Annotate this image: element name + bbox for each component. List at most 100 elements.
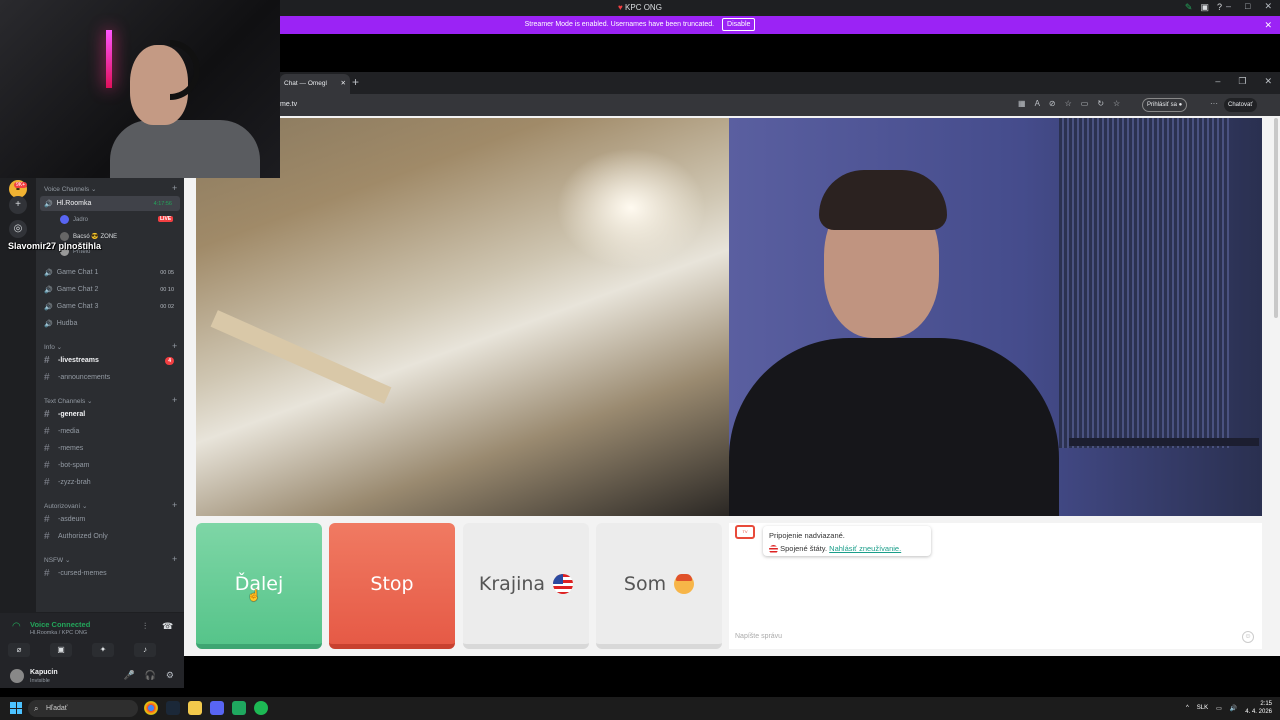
voice-user[interactable]: Bacsó 😎 ZONE — [60, 232, 117, 241]
headphones-icon[interactable]: 🎧 — [145, 670, 156, 681]
emoji-icon[interactable]: ☺ — [1242, 631, 1254, 643]
voice-user[interactable]: Jadro — [60, 215, 88, 224]
network-icon[interactable]: ▭ — [1216, 705, 1222, 712]
add-channel-icon[interactable]: + — [172, 395, 177, 405]
category-nsfw[interactable]: NSFW ⌄ + — [44, 554, 177, 564]
add-server-icon[interactable]: + — [9, 196, 27, 214]
noise-suppression-icon[interactable]: ⫶ — [144, 621, 146, 632]
block-icon[interactable]: ⊘ — [1049, 99, 1056, 108]
page-scrollbar[interactable] — [1274, 118, 1278, 318]
next-button[interactable]: Ďalej — [196, 523, 322, 649]
user-name: Jadro — [73, 216, 89, 223]
report-abuse-link[interactable]: Nahlásiť zneužívanie. — [829, 544, 901, 553]
channel-bot-spam[interactable]: # -bot-spam — [40, 458, 180, 473]
browser-maximize-icon[interactable]: ❐ — [1238, 76, 1246, 87]
spotify-icon[interactable] — [254, 701, 268, 715]
favorites-icon[interactable]: ☆ — [1113, 99, 1120, 108]
speaker-icon: 🔊 — [44, 286, 53, 294]
banner-close-icon[interactable]: ✕ — [1264, 16, 1272, 34]
voice-status-subtitle[interactable]: Hl.Roomka / KPC ONG — [30, 630, 87, 636]
browser-window-controls: – ❐ ✕ — [1215, 76, 1272, 87]
channel-general[interactable]: # -general — [40, 407, 180, 422]
camera-off-icon[interactable]: ⌀ — [8, 643, 30, 657]
channel-zyzz-brah[interactable]: # -zyzz-brah — [40, 475, 180, 490]
message-input[interactable]: Napíšte správu — [735, 633, 782, 640]
clock-date: 4. 4. 2026 — [1245, 709, 1272, 715]
browser-minimize-icon[interactable]: – — [1215, 76, 1220, 87]
browser-tab[interactable]: Chat — Omegl ✕ — [280, 74, 350, 94]
streamer-disable-button[interactable]: Disable — [722, 18, 756, 31]
voice-channel-hudba[interactable]: 🔊 Hudba — [40, 316, 180, 331]
shelf — [210, 310, 392, 404]
channel-name: -media — [58, 428, 80, 435]
inbox-icon[interactable]: ▣ — [1200, 2, 1209, 13]
avatar[interactable] — [10, 669, 24, 683]
minimize-icon[interactable]: – — [1226, 1, 1231, 12]
tab-close-icon[interactable]: ✕ — [341, 74, 346, 94]
discord-icon[interactable] — [210, 701, 224, 715]
gender-button[interactable]: Som — [596, 523, 722, 649]
apps-icon[interactable]: ▦ — [1018, 99, 1026, 108]
channel-authorized-only[interactable]: # Authorized Only — [40, 529, 180, 544]
app-icon[interactable] — [232, 701, 246, 715]
voice-channel-game-chat-2[interactable]: 🔊 Game Chat 2 00 10 — [40, 282, 180, 297]
favorite-icon[interactable]: ☆ — [1065, 99, 1072, 108]
category-voice[interactable]: Voice Channels ⌄ + — [44, 183, 177, 193]
category-text[interactable]: Text Channels ⌄ + — [44, 395, 177, 405]
channel-memes[interactable]: # -memes — [40, 441, 180, 456]
tab-strip: Chat — Omegl ✕ + – ❐ ✕ — [184, 72, 1280, 94]
microphone-icon[interactable]: 🎤 — [123, 670, 134, 681]
taskbar-search[interactable]: ⌕ Hľadať — [28, 700, 138, 717]
category-info[interactable]: Info ⌄ + — [44, 341, 177, 351]
stop-button[interactable]: Stop — [329, 523, 455, 649]
login-button[interactable]: Prihlásiť sa ● — [1142, 98, 1188, 112]
tray-chevron-icon[interactable]: ^ — [1186, 705, 1189, 711]
file-explorer-icon[interactable] — [188, 701, 202, 715]
streamer-body — [110, 120, 260, 178]
voice-channel-hlroomka[interactable]: 🔊 Hl.Roomka 4:17:56 — [40, 196, 180, 211]
start-icon[interactable] — [10, 702, 22, 714]
boy-emoji-icon — [674, 573, 695, 594]
close-icon[interactable]: ✕ — [1264, 1, 1272, 12]
url-field[interactable]: me.tv — [280, 101, 297, 108]
add-channel-icon[interactable]: + — [172, 500, 177, 510]
screen-share-icon[interactable]: ▣ — [50, 643, 72, 657]
maximize-icon[interactable]: □ — [1245, 1, 1250, 12]
copilot-button[interactable]: Chatovať — [1224, 98, 1257, 112]
settings-gear-icon[interactable]: ⚙ — [166, 670, 174, 681]
voice-channel-game-chat-3[interactable]: 🔊 Game Chat 3 00 02 — [40, 299, 180, 314]
discover-icon[interactable]: ◎ — [9, 220, 27, 238]
split-icon[interactable]: ▭ — [1081, 99, 1089, 108]
add-channel-icon[interactable]: + — [172, 341, 177, 351]
country-button[interactable]: Krajina — [463, 523, 589, 649]
translate-icon[interactable]: A — [1035, 99, 1040, 108]
chat-panel: TV Pripojenie nadviazané. Spojené štáty.… — [729, 523, 1262, 649]
channel-media[interactable]: # -media — [40, 424, 180, 439]
add-channel-icon[interactable]: + — [172, 183, 177, 193]
soundboard-icon[interactable]: ♪ — [134, 643, 156, 657]
category-autorizovani[interactable]: Autorizovaní ⌄ + — [44, 500, 177, 510]
voice-channel-game-chat-1[interactable]: 🔊 Game Chat 1 00 05 — [40, 265, 180, 280]
browser-close-icon[interactable]: ✕ — [1264, 76, 1272, 87]
steam-icon[interactable] — [166, 701, 180, 715]
language-indicator[interactable]: SLK — [1197, 705, 1208, 711]
add-channel-icon[interactable]: + — [172, 554, 177, 564]
clock[interactable]: 2:15 4. 4. 2026 — [1245, 700, 1272, 716]
tab-title: Chat — Omegl — [284, 80, 327, 87]
channel-cursed-memes[interactable]: # -cursed-memes — [40, 566, 180, 581]
channel-livestreams[interactable]: # -livestreams 4 — [40, 353, 180, 368]
activities-icon[interactable]: ✦ — [92, 643, 114, 657]
refresh-icon[interactable]: ↻ — [1097, 99, 1104, 108]
volume-icon[interactable]: 🔊 — [1230, 705, 1237, 712]
unread-badge: 4 — [165, 356, 174, 365]
new-tab-icon[interactable]: + — [352, 75, 359, 89]
channel-announcements[interactable]: # -announcements — [40, 370, 180, 385]
channel-asdeum[interactable]: # -asdeum — [40, 512, 180, 527]
streamer-webcam — [0, 0, 280, 178]
chrome-icon[interactable] — [144, 701, 158, 715]
help-icon[interactable]: ? — [1217, 2, 1222, 13]
nitro-icon[interactable]: ✎ — [1185, 2, 1193, 13]
more-icon[interactable]: ··· — [1210, 99, 1218, 108]
disconnect-icon[interactable]: ☎ — [162, 621, 173, 632]
neon-light — [106, 30, 112, 88]
